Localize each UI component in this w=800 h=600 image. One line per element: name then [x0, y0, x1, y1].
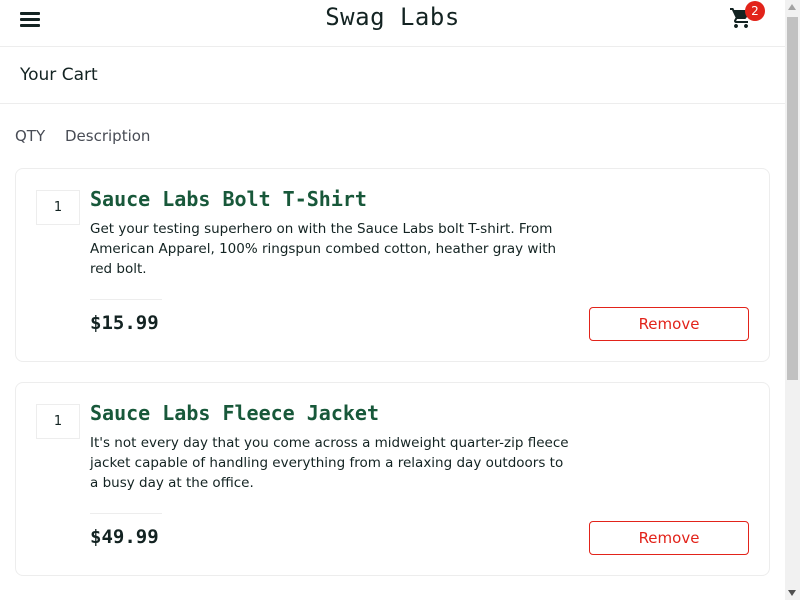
remove-button[interactable]: Remove — [589, 521, 749, 555]
item-price: $49.99 — [90, 526, 159, 548]
item-name-link[interactable]: Sauce Labs Bolt T-Shirt — [90, 187, 367, 211]
app-logo-title: Swag Labs — [325, 3, 460, 31]
price-divider — [90, 513, 162, 514]
description-column-label: Description — [65, 127, 151, 145]
secondary-header: Your Cart — [0, 47, 785, 104]
page-title: Your Cart — [20, 65, 98, 85]
vertical-scrollbar[interactable] — [785, 0, 800, 600]
scroll-down-arrow-icon[interactable] — [788, 590, 796, 596]
cart-item: 1 Sauce Labs Bolt T-Shirt Get your testi… — [15, 168, 770, 362]
cart-count-badge: 2 — [745, 1, 765, 21]
shopping-cart-link[interactable]: 2 — [729, 1, 765, 34]
item-description: It's not every day that you come across … — [90, 435, 569, 491]
scroll-up-arrow-icon[interactable] — [788, 4, 796, 10]
item-quantity: 1 — [36, 404, 80, 439]
item-name-link[interactable]: Sauce Labs Fleece Jacket — [90, 401, 379, 425]
remove-button[interactable]: Remove — [589, 307, 749, 341]
cart-item: 1 Sauce Labs Fleece Jacket It's not ever… — [15, 382, 770, 576]
item-quantity: 1 — [36, 190, 80, 225]
item-price: $15.99 — [90, 312, 159, 334]
item-description: Get your testing superhero on with the S… — [90, 221, 557, 277]
cart-page: Swag Labs 2 Your Cart QTY Description 1 … — [0, 0, 785, 600]
price-divider — [90, 299, 162, 300]
app-header: Swag Labs 2 — [0, 0, 785, 47]
scrollbar-thumb[interactable] — [787, 17, 798, 380]
qty-column-label: QTY — [15, 127, 46, 145]
